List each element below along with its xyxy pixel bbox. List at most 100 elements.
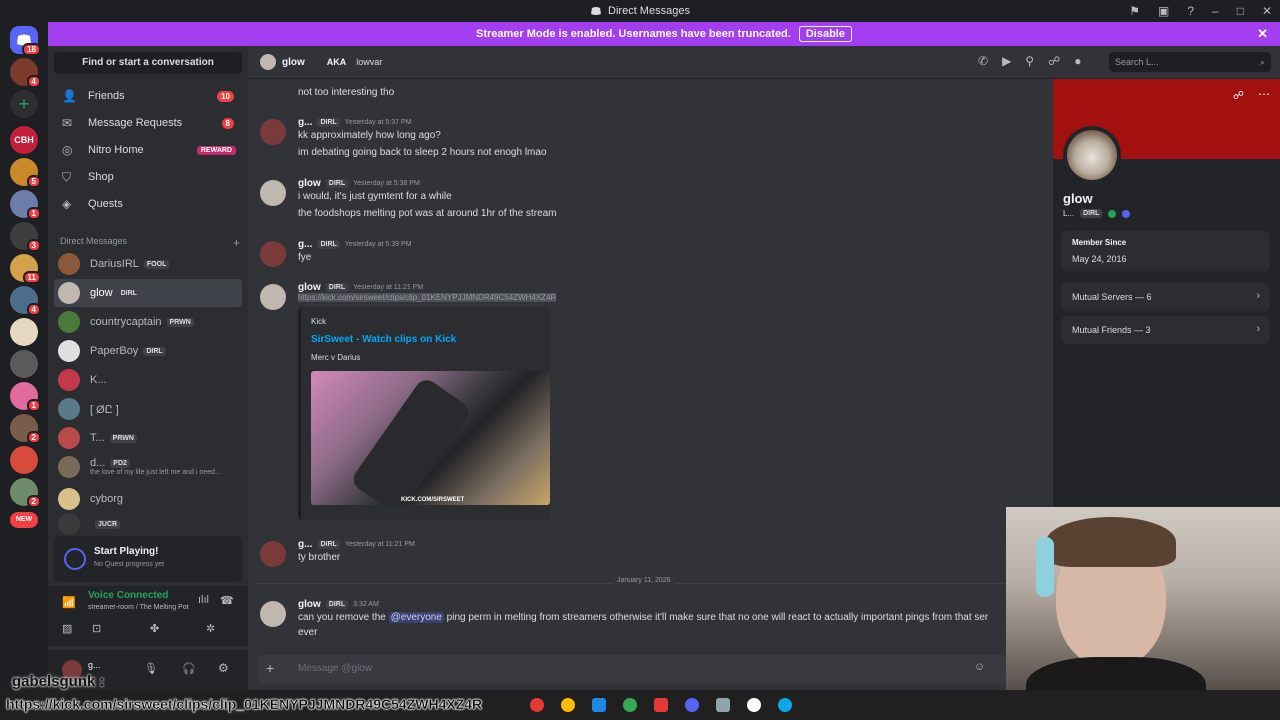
server-icon[interactable]: [10, 318, 38, 346]
dm-name: K...: [90, 374, 107, 386]
app-icon[interactable]: [530, 698, 544, 712]
search-input[interactable]: Search L... ⌕: [1109, 52, 1271, 72]
window-titlebar: Direct Messages ⚑ ▣ ? – □ ✕: [0, 0, 1280, 22]
embed-title[interactable]: SirSweet - Watch clips on Kick: [311, 334, 456, 345]
avatar[interactable]: [260, 284, 286, 310]
nav-shop[interactable]: ⛉ Shop: [54, 165, 242, 189]
avatar[interactable]: [260, 180, 286, 206]
quest-card[interactable]: Start Playing! No Quest progress yet: [54, 536, 242, 582]
dm-item[interactable]: cyborg: [54, 485, 242, 513]
dm-item[interactable]: DariusIRL FOOL: [54, 250, 242, 278]
screenshare-icon[interactable]: ⊡: [92, 622, 101, 635]
avatar[interactable]: [260, 541, 286, 567]
voice-channel[interactable]: streamer-room / The Melting Pot: [88, 604, 189, 611]
app-icon[interactable]: [654, 698, 668, 712]
add-server-icon[interactable]: +: [10, 90, 38, 118]
profile-name: glow: [1063, 191, 1093, 206]
camera-icon[interactable]: ▨: [62, 622, 72, 635]
app-icon[interactable]: [623, 698, 637, 712]
maximize-icon[interactable]: □: [1237, 4, 1244, 18]
server-icon[interactable]: 1: [10, 190, 41, 220]
help-icon[interactable]: ?: [1187, 4, 1194, 18]
find-conversation-button[interactable]: Find or start a conversation: [54, 52, 242, 74]
app-icon[interactable]: [592, 698, 606, 712]
edge-icon[interactable]: [778, 698, 792, 712]
dm-item[interactable]: PaperBoy DIRL: [54, 337, 242, 365]
emoji-icon[interactable]: ☺: [974, 661, 985, 673]
close-window-icon[interactable]: ✕: [1262, 4, 1272, 18]
dm-name: T...: [90, 432, 105, 444]
author-name[interactable]: g...: [298, 117, 312, 128]
create-dm-icon[interactable]: +: [233, 236, 240, 250]
server-icon[interactable]: 11: [10, 254, 41, 284]
home-button[interactable]: 18: [10, 26, 41, 56]
server-icon[interactable]: 4: [10, 58, 41, 88]
settings-icon[interactable]: ⚙: [218, 661, 229, 675]
disable-button[interactable]: Disable: [798, 26, 852, 42]
dm-item[interactable]: K...: [54, 366, 242, 394]
avatar[interactable]: [260, 601, 286, 627]
minimize-icon[interactable]: –: [1212, 4, 1219, 18]
attach-icon[interactable]: +: [266, 660, 274, 676]
server-icon[interactable]: 2: [10, 478, 41, 508]
author-name[interactable]: glow: [298, 599, 321, 610]
noise-suppression-icon[interactable]: ılıl: [198, 594, 209, 606]
mutual-servers-button[interactable]: Mutual Servers — 6 ›: [1061, 283, 1270, 311]
dm-item[interactable]: JUCR: [54, 514, 242, 534]
server-icon[interactable]: [10, 350, 38, 378]
server-icon[interactable]: 5: [10, 158, 41, 188]
server-icon[interactable]: 2: [10, 414, 41, 444]
new-badge[interactable]: NEW: [10, 512, 38, 528]
profile-avatar[interactable]: [1063, 126, 1121, 184]
avatar[interactable]: [260, 119, 286, 145]
author-name[interactable]: g...: [298, 239, 312, 250]
profile-toggle-icon[interactable]: ●: [1074, 54, 1081, 68]
add-friend-icon[interactable]: ☍: [1233, 89, 1244, 102]
nav-message-requests[interactable]: ✉ Message Requests 8: [54, 111, 242, 135]
server-icon[interactable]: [10, 446, 38, 474]
dm-item[interactable]: T... PRWN: [54, 424, 242, 452]
server-icon[interactable]: 4: [10, 286, 41, 316]
message-link[interactable]: https://kick.com/sirsweet/clips/clip_01K…: [298, 293, 557, 302]
add-friends-icon[interactable]: ☍: [1048, 54, 1060, 68]
mic-icon[interactable]: 🎙: [144, 662, 158, 675]
dm-item[interactable]: countrycaptain PRWN: [54, 308, 242, 336]
app-icon[interactable]: [747, 698, 761, 712]
close-banner-icon[interactable]: ✕: [1257, 26, 1268, 42]
author-name[interactable]: glow: [298, 282, 321, 293]
embed-thumbnail[interactable]: KICK.COM/SIRSWEET: [311, 371, 550, 505]
dm-item[interactable]: d... PD2 the love of my life just left m…: [54, 453, 242, 481]
avatar[interactable]: [260, 241, 286, 267]
dm-item[interactable]: [ ØԸ ]: [54, 395, 242, 423]
quest-icon: [64, 548, 86, 570]
discord-taskbar-icon[interactable]: [685, 698, 699, 712]
app-icon[interactable]: [716, 698, 730, 712]
inbox-icon[interactable]: ⚑: [1129, 4, 1140, 18]
mutual-friends-button[interactable]: Mutual Friends — 3 ›: [1061, 316, 1270, 344]
soundboard-icon[interactable]: ✲: [206, 622, 215, 635]
server-cbh[interactable]: CBH: [10, 126, 38, 154]
activities-icon[interactable]: ✤: [150, 622, 159, 635]
nav-nitro-home[interactable]: ◎ Nitro Home REWARD: [54, 138, 242, 162]
headphones-icon[interactable]: 🎧: [182, 662, 196, 675]
nav-friends[interactable]: 👤 Friends 10: [54, 84, 242, 108]
more-options-icon[interactable]: ⋯: [1258, 87, 1270, 101]
dm-name: d...: [90, 457, 106, 469]
server-icon[interactable]: 1: [10, 382, 41, 412]
call-icon[interactable]: ✆: [978, 54, 988, 68]
dm-tag: FOOL: [143, 259, 170, 269]
author-name[interactable]: glow: [298, 178, 321, 189]
screen-icon[interactable]: ▣: [1158, 4, 1169, 18]
chrome-icon[interactable]: [561, 698, 575, 712]
nav-quests[interactable]: ◈ Quests: [54, 192, 242, 216]
dm-item-active[interactable]: glow DIRL: [54, 279, 242, 307]
disconnect-icon[interactable]: ☎: [220, 594, 234, 607]
video-icon[interactable]: ▶: [1002, 54, 1011, 68]
server-icon[interactable]: 3: [10, 222, 41, 252]
everyone-mention[interactable]: @everyone: [388, 612, 444, 623]
new-label: NEW: [15, 516, 33, 523]
author-name[interactable]: g...: [298, 539, 312, 550]
pin-icon[interactable]: ⚲: [1025, 54, 1034, 68]
message-text: ever: [298, 627, 318, 638]
message-composer[interactable]: + Message @glow ☺: [258, 655, 1038, 683]
